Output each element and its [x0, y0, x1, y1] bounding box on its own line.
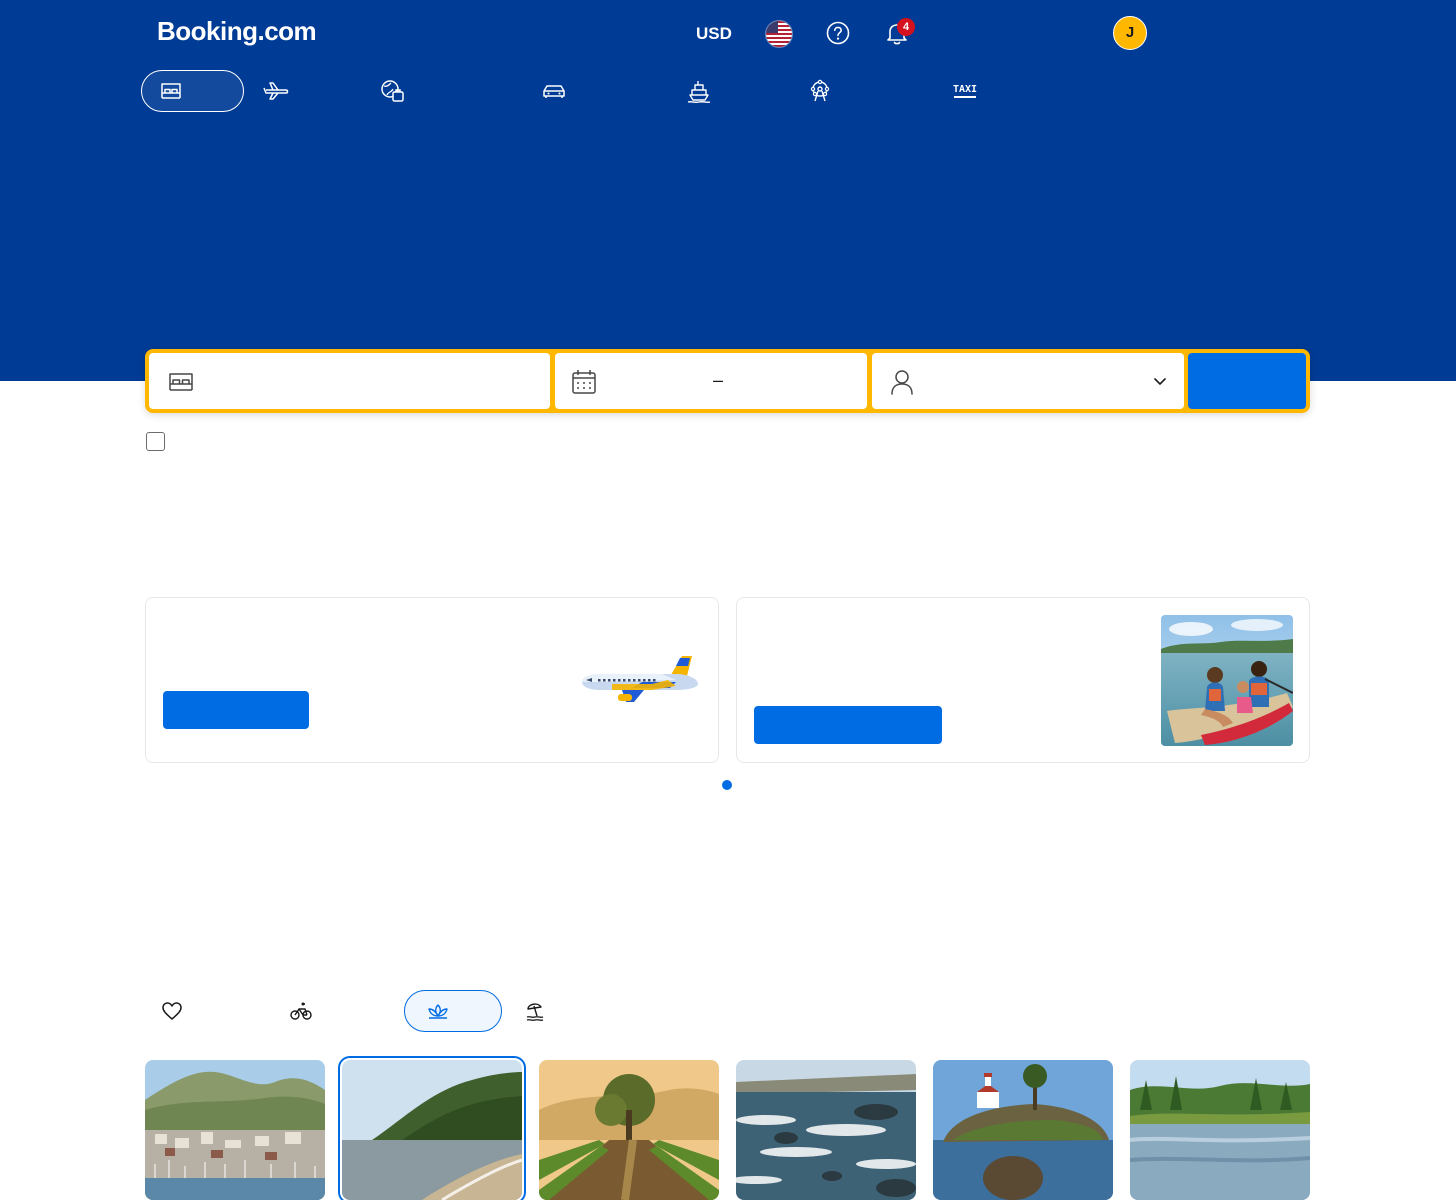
tab-outdoors[interactable]	[281, 990, 321, 1032]
calendar-icon	[572, 370, 596, 394]
ferris-wheel-icon	[810, 79, 830, 102]
tab-cruises[interactable]	[686, 70, 712, 112]
promo-card-flights	[145, 597, 719, 763]
river-forest-photo	[1130, 1060, 1310, 1200]
tab-flights[interactable]	[262, 70, 290, 112]
bicycle-icon	[290, 1002, 312, 1020]
occupancy-field[interactable]	[872, 353, 1184, 409]
beach-icon	[526, 1003, 544, 1021]
promo-card-getaway	[736, 597, 1310, 763]
notification-badge: 4	[897, 18, 915, 36]
car-icon	[543, 85, 565, 98]
us-flag-icon[interactable]	[765, 20, 793, 48]
taxi-icon: TAXI	[953, 84, 977, 98]
rocky-coast-photo	[736, 1060, 916, 1200]
avatar[interactable]: J	[1113, 16, 1147, 50]
coastal-cliff-photo	[342, 1060, 522, 1200]
destination-field[interactable]	[149, 353, 550, 409]
bed-icon	[161, 83, 181, 99]
lighthouse-island-photo	[933, 1060, 1113, 1200]
harbor-hills-photo	[145, 1060, 325, 1200]
flight-hotel-icon	[381, 80, 404, 102]
currency-selector[interactable]: USD	[696, 24, 732, 44]
flights-checkbox[interactable]	[146, 432, 165, 451]
promo-getaway-button[interactable]	[754, 706, 942, 744]
search-bar: –	[145, 349, 1310, 413]
heart-icon	[162, 1002, 182, 1020]
tab-attractions[interactable]	[808, 70, 832, 112]
destination-thumbnail-3[interactable]	[539, 1060, 719, 1200]
attractions-icon	[687, 81, 711, 103]
dates-field[interactable]: –	[555, 353, 867, 409]
search-button[interactable]	[1188, 353, 1306, 409]
chevron-down-icon	[1154, 378, 1166, 386]
tab-flight-hotel[interactable]	[379, 70, 407, 112]
canoe-photo	[1161, 615, 1293, 746]
destination-thumbnail-4[interactable]	[736, 1060, 916, 1200]
vineyard-photo	[539, 1060, 719, 1200]
tab-car-rentals[interactable]	[541, 70, 567, 112]
tab-stays[interactable]	[141, 70, 244, 112]
lotus-icon	[428, 1004, 448, 1019]
airplane-illustration	[582, 656, 698, 702]
person-icon	[891, 370, 913, 395]
destination-thumbnail-5[interactable]	[933, 1060, 1113, 1200]
promo-flights-button[interactable]	[163, 691, 309, 729]
help-icon[interactable]	[825, 20, 851, 46]
hero-banner	[0, 0, 1456, 381]
booking-logo[interactable]: Booking.com	[157, 16, 317, 47]
tab-beach[interactable]	[515, 990, 555, 1032]
destination-thumbnail-2[interactable]	[338, 1056, 526, 1200]
tab-romance[interactable]	[152, 990, 192, 1032]
plane-icon	[263, 82, 289, 100]
taxi-label: TAXI	[953, 84, 978, 96]
bed-icon	[169, 373, 193, 391]
destination-thumbnail-6[interactable]	[1130, 1060, 1310, 1200]
destination-thumbnail-1[interactable]	[145, 1060, 325, 1200]
tab-relax[interactable]	[404, 990, 502, 1032]
carousel-dot[interactable]	[722, 780, 732, 790]
dates-separator: –	[713, 370, 724, 390]
tab-airport-taxis[interactable]: TAXI	[953, 70, 977, 112]
